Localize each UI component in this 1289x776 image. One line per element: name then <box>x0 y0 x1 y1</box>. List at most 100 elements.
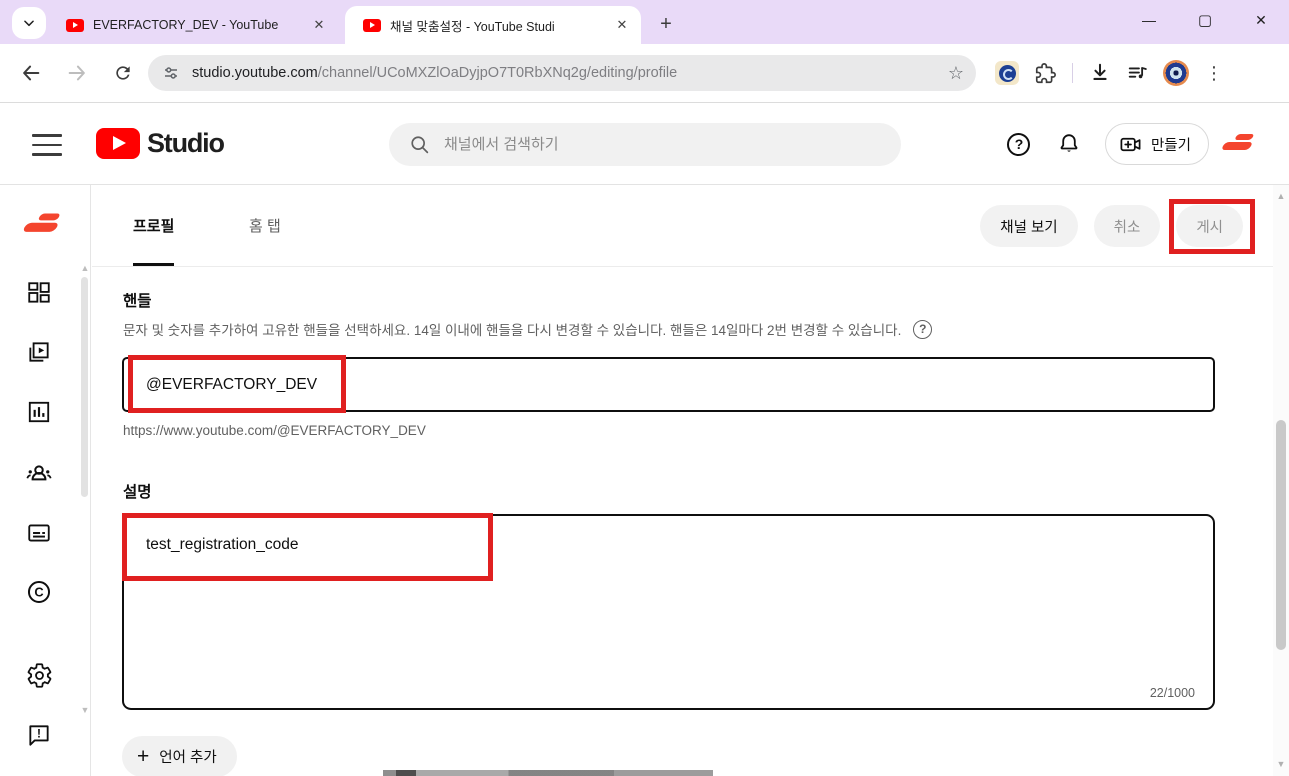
scroll-down-icon[interactable]: ▼ <box>80 705 90 715</box>
scroll-up-icon[interactable]: ▲ <box>80 263 90 273</box>
description-heading: 설명 <box>123 480 152 502</box>
bookmark-star-icon[interactable]: ☆ <box>948 63 964 84</box>
description-textarea[interactable]: test_registration_code <box>124 516 1213 708</box>
community-icon <box>25 459 53 487</box>
browser-tab-everfactory[interactable]: EVERFACTORY_DEV - YouTube ✕ <box>52 6 338 44</box>
handle-description: 문자 및 숫자를 추가하여 고유한 핸들을 선택하세요. 14일 이내에 핸들을… <box>123 319 932 339</box>
new-tab-button[interactable]: + <box>652 10 680 38</box>
youtube-play-icon <box>96 128 140 159</box>
browser-toolbar: studio.youtube.com/channel/UCoMXZlOaDyjp… <box>0 44 1289 102</box>
scroll-up-icon[interactable]: ▲ <box>1276 191 1286 201</box>
sidebar-item-analytics[interactable] <box>0 388 78 436</box>
sidebar-item-settings[interactable] <box>0 651 78 699</box>
search-icon <box>409 134 430 155</box>
studio-header: Studio ? 만들기 <box>0 103 1289 185</box>
tab-title: 채널 맞춤설정 - YouTube Studi <box>390 16 613 35</box>
downloads-icon[interactable] <box>1083 56 1117 90</box>
studio-brand-text: Studio <box>147 128 224 159</box>
browser-tab-strip: EVERFACTORY_DEV - YouTube ✕ 채널 맞춤설정 - Yo… <box>0 0 1289 44</box>
analytics-icon <box>26 399 52 425</box>
chevron-down-icon <box>22 16 36 30</box>
scroll-down-icon[interactable]: ▼ <box>1276 759 1286 769</box>
tab-title: EVERFACTORY_DEV - YouTube <box>93 18 310 32</box>
everfactory-logo-icon <box>1222 132 1256 156</box>
channel-customization-main: 프로필 홈 탭 채널 보기 취소 게시 핸들 문자 및 숫자를 추가하여 고유한… <box>92 185 1273 776</box>
url-host: studio.youtube.com <box>192 65 318 81</box>
playlist-music-icon[interactable] <box>1121 56 1155 90</box>
plus-icon: + <box>137 745 149 769</box>
sidebar-channel-avatar[interactable] <box>23 211 62 239</box>
page-tab-bar: 프로필 홈 탭 채널 보기 취소 게시 <box>92 185 1273 267</box>
maximize-button[interactable]: ▢ <box>1177 0 1233 40</box>
site-settings-icon[interactable] <box>158 60 184 86</box>
sidebar-item-content[interactable] <box>0 328 78 376</box>
minimize-button[interactable]: — <box>1121 0 1177 40</box>
svg-text:C: C <box>34 585 43 600</box>
handle-help-icon[interactable]: ? <box>913 320 932 339</box>
reload-button[interactable] <box>106 56 140 90</box>
forward-arrow-icon <box>66 62 88 84</box>
cutoff-content-strip <box>383 770 713 776</box>
tab-profile[interactable]: 프로필 <box>133 185 174 266</box>
sidebar-item-dashboard[interactable] <box>0 269 78 317</box>
bell-icon <box>1057 132 1081 156</box>
help-icon: ? <box>1007 133 1030 156</box>
tab-home[interactable]: 홈 탭 <box>249 185 281 266</box>
content-icon <box>26 339 52 365</box>
copyright-icon: C <box>25 578 53 606</box>
publish-button[interactable]: 게시 <box>1176 205 1243 247</box>
video-plus-icon <box>1119 133 1142 156</box>
back-arrow-icon <box>20 62 42 84</box>
create-button-label: 만들기 <box>1151 134 1191 155</box>
svg-text:!: ! <box>37 727 41 741</box>
view-channel-button[interactable]: 채널 보기 <box>980 205 1077 247</box>
main-scrollbar[interactable]: ▲ ▼ <box>1273 185 1289 776</box>
browser-window: EVERFACTORY_DEV - YouTube ✕ 채널 맞춤설정 - Yo… <box>0 0 1289 776</box>
sidebar-scrollbar[interactable]: ▲ ▼ <box>80 263 90 729</box>
page-actions: 채널 보기 취소 게시 <box>980 205 1243 247</box>
toolbar-divider <box>1072 63 1073 83</box>
back-button[interactable] <box>14 56 48 90</box>
handle-description-text: 문자 및 숫자를 추가하여 고유한 핸들을 선택하세요. 14일 이내에 핸들을… <box>123 319 901 339</box>
extension-blue-icon[interactable] <box>990 56 1024 90</box>
notifications-button[interactable] <box>1049 124 1089 164</box>
youtube-favicon <box>66 19 84 32</box>
add-language-button[interactable]: + 언어 추가 <box>122 736 237 776</box>
search-input[interactable] <box>444 136 885 153</box>
sidebar-scrollbar-thumb[interactable] <box>81 277 88 497</box>
close-button[interactable]: ✕ <box>1233 0 1289 40</box>
char-count: 22/1000 <box>1150 686 1195 700</box>
browser-profile-avatar[interactable] <box>1159 56 1193 90</box>
forward-button[interactable] <box>60 56 94 90</box>
studio-search-bar[interactable] <box>389 123 901 166</box>
create-button[interactable]: 만들기 <box>1105 123 1209 165</box>
browser-tab-channel-settings[interactable]: 채널 맞춤설정 - YouTube Studi ✕ <box>345 6 641 44</box>
tab-close-icon[interactable]: ✕ <box>613 16 631 34</box>
channel-avatar-button[interactable] <box>1219 124 1259 164</box>
sidebar-item-community[interactable] <box>0 449 78 497</box>
avatar <box>1163 60 1189 86</box>
add-language-label: 언어 추가 <box>159 746 216 767</box>
browser-menu-icon[interactable]: ⋮ <box>1197 56 1231 90</box>
youtube-studio-logo[interactable]: Studio <box>96 128 224 159</box>
url-text[interactable]: studio.youtube.com/channel/UCoMXZlOaDyjp… <box>192 65 948 81</box>
extensions-puzzle-icon[interactable] <box>1028 56 1062 90</box>
url-bar[interactable]: studio.youtube.com/channel/UCoMXZlOaDyjp… <box>148 55 976 91</box>
hamburger-menu-icon[interactable] <box>32 134 62 156</box>
feedback-icon: ! <box>26 722 52 748</box>
sidebar-item-subtitles[interactable] <box>0 509 78 557</box>
tab-close-icon[interactable]: ✕ <box>310 16 328 34</box>
gear-icon <box>26 662 53 689</box>
tab-search-button[interactable] <box>12 7 46 39</box>
window-controls: — ▢ ✕ <box>1121 0 1289 40</box>
cancel-button[interactable]: 취소 <box>1094 205 1161 247</box>
sidebar-item-feedback[interactable]: ! <box>0 711 78 759</box>
help-button[interactable]: ? <box>999 124 1039 164</box>
studio-header-actions: ? 만들기 <box>999 103 1259 185</box>
dashboard-icon <box>26 280 52 306</box>
sidebar-item-copyright[interactable]: C <box>0 568 78 616</box>
main-scrollbar-thumb[interactable] <box>1276 420 1286 650</box>
description-field: test_registration_code 22/1000 <box>122 514 1215 710</box>
extension-area: ⋮ <box>990 56 1231 90</box>
handle-input[interactable] <box>122 357 1215 412</box>
